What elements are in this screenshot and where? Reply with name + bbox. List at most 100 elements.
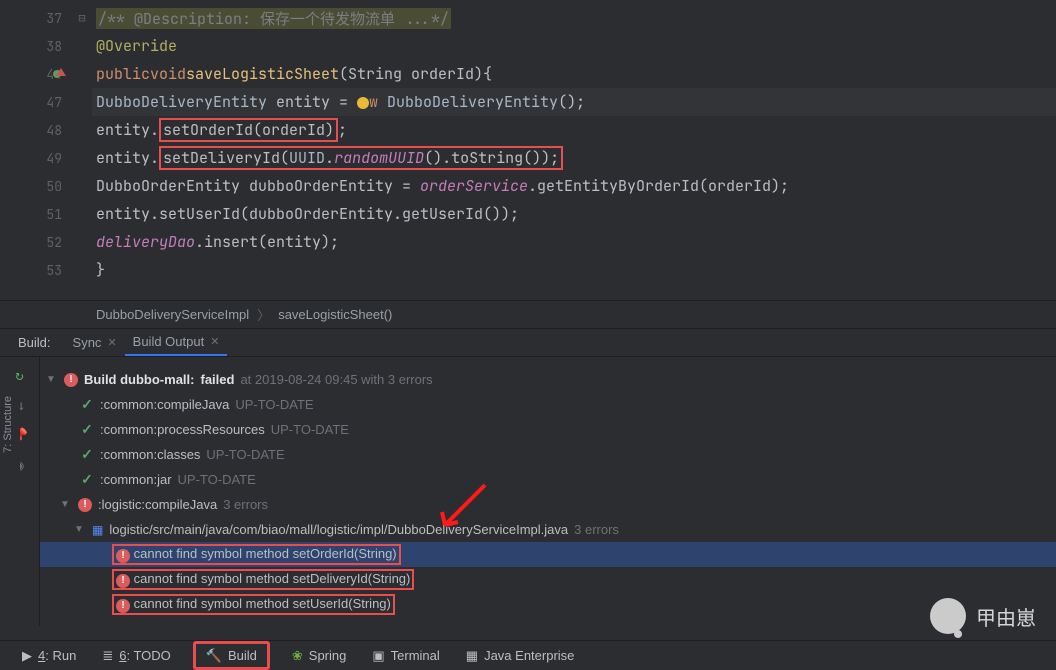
breadcrumb[interactable]: DubboDeliveryServiceImpl 〉 saveLogisticS… [0,300,1056,328]
gutter: 37 38 46 47 48 49 50 51 52 53 [0,0,72,300]
bottom-toolbar: ▶44: Run: Run ≣6: TODO 🔨 Build ❀Spring ▣ T… [0,640,1056,670]
error-highlight: ! cannot find symbol method setDeliveryI… [112,569,414,590]
comment: /** @Description: 保存一个待发物流单 ...*/ [96,8,451,29]
tool-label: Terminal [391,648,440,663]
build-panel-tabs: Build: Sync ✕ Build Output ✕ [0,328,1056,356]
chevron-down-icon[interactable]: ▼ [72,524,86,535]
terminal-icon: ▣ [372,648,384,664]
error-icon: ! [116,549,130,563]
tab-label: Sync [73,335,102,350]
line-number: 38 [46,38,62,55]
check-icon: ✓ [80,421,94,438]
code-text: entity. [96,120,159,140]
task-name[interactable]: :logistic:compileJava [98,497,217,512]
type: DubboDeliveryEntity [96,92,267,112]
build-panel: ↻ ⇅ 📌 ◉ ▼!Build dubbo-mall: failed at 20… [0,356,1056,626]
intention-bulb-icon[interactable] [357,97,369,109]
error-text: cannot find symbol method [134,596,293,611]
error-highlight: ! cannot find symbol method setUserId(St… [112,594,395,615]
error-text: cannot find symbol method [134,546,293,561]
error-highlight: setOrderId(orderId) [159,118,338,142]
tab-build-output[interactable]: Build Output ✕ [125,329,228,356]
task-name[interactable]: :common:classes [100,447,200,462]
file-path[interactable]: logistic/src/main/java/com/biao/mall/log… [109,522,568,537]
line-number: 52 [46,234,62,251]
breadcrumb-item[interactable]: DubboDeliveryServiceImpl [96,307,249,322]
code-text: .insert(entity); [195,232,339,252]
task-name[interactable]: :common:processResources [100,422,265,437]
tab-sync[interactable]: Sync ✕ [65,329,125,356]
tool-window-structure[interactable]: 7: Structure [0,380,16,469]
tool-label: Spring [309,648,347,663]
tool-window-todo[interactable]: ≣6: TODO [98,641,174,670]
type: DubboDeliveryEntity [378,92,558,112]
keyword: void [150,64,186,84]
check-icon: ✓ [80,396,94,413]
fold-column[interactable]: ⊟ [72,0,92,300]
breadcrumb-item[interactable]: saveLogisticSheet() [278,307,392,322]
error-row[interactable]: ! cannot find symbol method setDeliveryI… [44,567,1056,592]
tool-label: Build [228,648,257,663]
error-symbol: setDeliveryId(String) [293,571,411,586]
error-icon: ! [64,373,78,387]
error-row[interactable]: ! cannot find symbol method setOrderId(S… [40,542,1056,567]
code-text: setDeliveryId( [163,148,289,168]
type: UUID [289,148,325,168]
panel-label: Build: [18,335,51,350]
code-text: entity = [267,92,357,112]
task-name[interactable]: :common:jar [100,472,172,487]
check-icon: ✓ [80,471,94,488]
task-status: UP-TO-DATE [206,447,284,462]
code-editor[interactable]: 37 38 46 47 48 49 50 51 52 53 ⊟ /** @Des… [0,0,1056,300]
line-number: 51 [46,206,62,223]
code-text: setOrderId(orderId) [163,120,334,140]
error-icon: ! [116,574,130,588]
error-highlight: ! cannot find symbol method setOrderId(S… [112,544,401,565]
chevron-down-icon[interactable]: ▼ [58,499,72,510]
check-icon: ✓ [80,446,94,463]
code-text: . [325,148,334,168]
code-text: } [96,260,105,280]
java-file-icon: ▦ [92,523,103,537]
code-text: entity.setUserId(dubboOrderEntity.getUse… [96,204,519,224]
error-row[interactable]: ! cannot find symbol method setUserId(St… [44,592,1056,617]
task-name[interactable]: :common:compileJava [100,397,229,412]
error-text: cannot find symbol method [134,571,293,586]
error-symbol: setUserId(String) [293,596,391,611]
close-icon[interactable]: ✕ [210,335,219,348]
line-number: 48 [46,122,62,139]
build-meta: at 2019-08-24 09:45 with 3 errors [240,372,432,387]
error-icon: ! [78,498,92,512]
task-status: UP-TO-DATE [235,397,313,412]
wechat-icon [930,598,966,634]
line-number: 49 [46,150,62,167]
code-text: entity. [96,148,159,168]
error-icon: ! [116,599,130,613]
tool-window-jee[interactable]: ▦Java Enterprise [462,641,579,670]
left-tool-strip: 7: Structure [0,380,20,620]
play-icon: ▶ [22,648,32,664]
tool-window-terminal[interactable]: ▣ Terminal [368,641,443,670]
fold-toggle-icon[interactable]: ⊟ [72,4,92,32]
line-number: 50 [46,178,62,195]
tool-window-run[interactable]: ▶44: Run: Run [18,641,80,670]
task-status: UP-TO-DATE [271,422,349,437]
jee-icon: ▦ [466,648,478,664]
line-number: 47 [46,94,62,111]
list-icon: ≣ [102,648,113,664]
build-head: Build dubbo-mall: [84,372,194,387]
chevron-down-icon[interactable]: ▼ [44,374,58,385]
gutter-mark-icon [56,68,66,76]
close-icon[interactable]: ✕ [107,336,116,349]
method-name: saveLogisticSheet [186,64,339,84]
hammer-icon: 🔨 [206,648,222,664]
tool-window-build[interactable]: 🔨 Build [193,641,270,670]
code-text: (); [558,92,585,112]
code-text: ; [338,120,347,140]
task-status: UP-TO-DATE [178,472,256,487]
error-highlight: setDeliveryId(UUID.randomUUID().toString… [159,146,563,170]
build-tree[interactable]: ▼!Build dubbo-mall: failed at 2019-08-24… [40,357,1056,626]
tool-window-spring[interactable]: ❀Spring [288,641,350,670]
code-area[interactable]: /** @Description: 保存一个待发物流单 ...*/ @Overr… [92,0,1056,300]
tab-label: Build Output [133,334,205,349]
